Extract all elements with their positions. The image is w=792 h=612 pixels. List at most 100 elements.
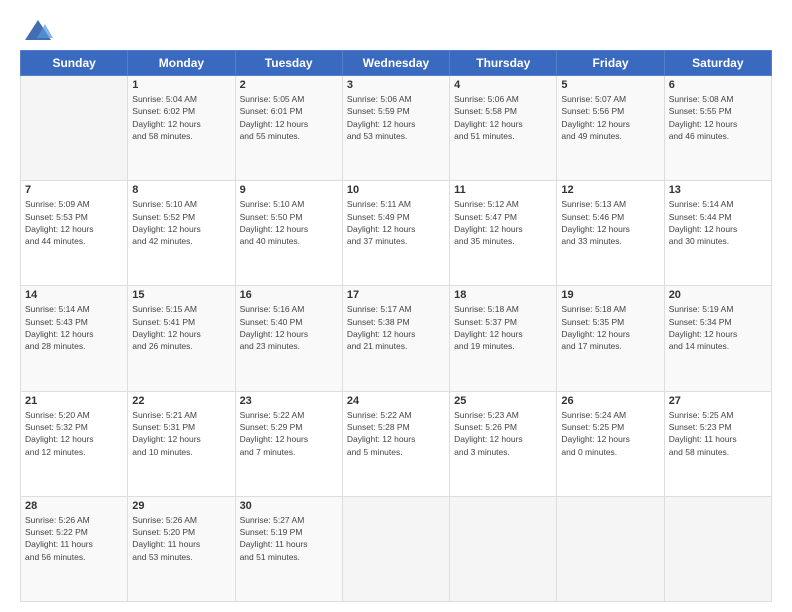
- day-number: 12: [561, 184, 659, 196]
- calendar-cell: 26 Sunrise: 5:24 AM Sunset: 5:25 PM Dayli…: [557, 391, 664, 496]
- calendar-cell: 14 Sunrise: 5:14 AM Sunset: 5:43 PM Dayli…: [21, 286, 128, 391]
- calendar-cell: 30 Sunrise: 5:27 AM Sunset: 5:19 PM Dayli…: [235, 496, 342, 601]
- day-info: Sunrise: 5:27 AM Sunset: 5:19 PM Dayligh…: [240, 514, 338, 563]
- calendar-cell: 21Sunrise: 5:20 AM Sunset: 5:32 PM Dayli…: [21, 391, 128, 496]
- calendar-cell: [342, 496, 449, 601]
- calendar-week-2: 7 Sunrise: 5:09 AM Sunset: 5:53 PM Daylig…: [21, 181, 772, 286]
- calendar-week-3: 14 Sunrise: 5:14 AM Sunset: 5:43 PM Dayli…: [21, 286, 772, 391]
- day-info: Sunrise: 5:10 AM Sunset: 5:50 PM Dayligh…: [240, 198, 338, 247]
- day-info: Sunrise: 5:21 AM Sunset: 5:31 PM Dayligh…: [132, 409, 230, 458]
- day-info: Sunrise: 5:26 AM Sunset: 5:22 PM Dayligh…: [25, 514, 123, 563]
- calendar-cell: 17Sunrise: 5:17 AM Sunset: 5:38 PM Dayli…: [342, 286, 449, 391]
- calendar-table: Sunday Monday Tuesday Wednesday Thursday…: [20, 50, 772, 602]
- calendar-cell: [557, 496, 664, 601]
- day-info: Sunrise: 5:11 AM Sunset: 5:49 PM Dayligh…: [347, 198, 445, 247]
- day-info: Sunrise: 5:14 AM Sunset: 5:44 PM Dayligh…: [669, 198, 767, 247]
- calendar-cell: 18 Sunrise: 5:18 AM Sunset: 5:37 PM Dayli…: [450, 286, 557, 391]
- day-info: Sunrise: 5:04 AM Sunset: 6:02 PM Dayligh…: [132, 93, 230, 142]
- day-number: 13: [669, 184, 767, 196]
- day-number: 9: [240, 184, 338, 196]
- day-number: 11: [454, 184, 552, 196]
- header-thursday: Thursday: [450, 51, 557, 76]
- calendar-cell: 8Sunrise: 5:10 AM Sunset: 5:52 PM Daylig…: [128, 181, 235, 286]
- day-number: 16: [240, 289, 338, 301]
- calendar-week-5: 28Sunrise: 5:26 AM Sunset: 5:22 PM Dayli…: [21, 496, 772, 601]
- header-saturday: Saturday: [664, 51, 771, 76]
- day-number: 15: [132, 289, 230, 301]
- day-info: Sunrise: 5:16 AM Sunset: 5:40 PM Dayligh…: [240, 303, 338, 352]
- day-info: Sunrise: 5:06 AM Sunset: 5:58 PM Dayligh…: [454, 93, 552, 142]
- day-info: Sunrise: 5:26 AM Sunset: 5:20 PM Dayligh…: [132, 514, 230, 563]
- calendar-week-1: 1Sunrise: 5:04 AM Sunset: 6:02 PM Daylig…: [21, 76, 772, 181]
- day-number: 25: [454, 395, 552, 407]
- calendar-cell: 29 Sunrise: 5:26 AM Sunset: 5:20 PM Dayli…: [128, 496, 235, 601]
- calendar-cell: 11 Sunrise: 5:12 AM Sunset: 5:47 PM Dayli…: [450, 181, 557, 286]
- calendar-cell: 3 Sunrise: 5:06 AM Sunset: 5:59 PM Daylig…: [342, 76, 449, 181]
- calendar-cell: 10 Sunrise: 5:11 AM Sunset: 5:49 PM Dayli…: [342, 181, 449, 286]
- calendar-cell: 25 Sunrise: 5:23 AM Sunset: 5:26 PM Dayli…: [450, 391, 557, 496]
- header-friday: Friday: [557, 51, 664, 76]
- header: [20, 18, 772, 40]
- day-number: 17: [347, 289, 445, 301]
- calendar-cell: 15 Sunrise: 5:15 AM Sunset: 5:41 PM Dayli…: [128, 286, 235, 391]
- calendar-cell: 13 Sunrise: 5:14 AM Sunset: 5:44 PM Dayli…: [664, 181, 771, 286]
- day-info: Sunrise: 5:10 AM Sunset: 5:52 PM Dayligh…: [132, 198, 230, 247]
- logo-icon: [23, 18, 53, 44]
- calendar-cell: 1Sunrise: 5:04 AM Sunset: 6:02 PM Daylig…: [128, 76, 235, 181]
- calendar-cell: 2 Sunrise: 5:05 AM Sunset: 6:01 PM Daylig…: [235, 76, 342, 181]
- day-info: Sunrise: 5:24 AM Sunset: 5:25 PM Dayligh…: [561, 409, 659, 458]
- calendar-cell: 19Sunrise: 5:18 AM Sunset: 5:35 PM Dayli…: [557, 286, 664, 391]
- day-info: Sunrise: 5:19 AM Sunset: 5:34 PM Dayligh…: [669, 303, 767, 352]
- day-number: 14: [25, 289, 123, 301]
- day-number: 29: [132, 500, 230, 512]
- page: Sunday Monday Tuesday Wednesday Thursday…: [0, 0, 792, 612]
- day-info: Sunrise: 5:22 AM Sunset: 5:29 PM Dayligh…: [240, 409, 338, 458]
- calendar-cell: 5 Sunrise: 5:07 AM Sunset: 5:56 PM Daylig…: [557, 76, 664, 181]
- day-info: Sunrise: 5:15 AM Sunset: 5:41 PM Dayligh…: [132, 303, 230, 352]
- day-number: 24: [347, 395, 445, 407]
- day-info: Sunrise: 5:14 AM Sunset: 5:43 PM Dayligh…: [25, 303, 123, 352]
- calendar-cell: [664, 496, 771, 601]
- calendar-cell: 20 Sunrise: 5:19 AM Sunset: 5:34 PM Dayli…: [664, 286, 771, 391]
- day-info: Sunrise: 5:06 AM Sunset: 5:59 PM Dayligh…: [347, 93, 445, 142]
- day-info: Sunrise: 5:23 AM Sunset: 5:26 PM Dayligh…: [454, 409, 552, 458]
- day-number: 30: [240, 500, 338, 512]
- day-info: Sunrise: 5:22 AM Sunset: 5:28 PM Dayligh…: [347, 409, 445, 458]
- calendar-cell: 7 Sunrise: 5:09 AM Sunset: 5:53 PM Daylig…: [21, 181, 128, 286]
- calendar-header-row: Sunday Monday Tuesday Wednesday Thursday…: [21, 51, 772, 76]
- day-number: 10: [347, 184, 445, 196]
- day-info: Sunrise: 5:07 AM Sunset: 5:56 PM Dayligh…: [561, 93, 659, 142]
- day-number: 20: [669, 289, 767, 301]
- calendar-cell: 27Sunrise: 5:25 AM Sunset: 5:23 PM Dayli…: [664, 391, 771, 496]
- day-number: 4: [454, 79, 552, 91]
- day-number: 27: [669, 395, 767, 407]
- day-info: Sunrise: 5:20 AM Sunset: 5:32 PM Dayligh…: [25, 409, 123, 458]
- day-info: Sunrise: 5:13 AM Sunset: 5:46 PM Dayligh…: [561, 198, 659, 247]
- calendar-cell: 24 Sunrise: 5:22 AM Sunset: 5:28 PM Dayli…: [342, 391, 449, 496]
- calendar-cell: 22 Sunrise: 5:21 AM Sunset: 5:31 PM Dayli…: [128, 391, 235, 496]
- day-info: Sunrise: 5:12 AM Sunset: 5:47 PM Dayligh…: [454, 198, 552, 247]
- day-info: Sunrise: 5:08 AM Sunset: 5:55 PM Dayligh…: [669, 93, 767, 142]
- day-number: 5: [561, 79, 659, 91]
- day-info: Sunrise: 5:05 AM Sunset: 6:01 PM Dayligh…: [240, 93, 338, 142]
- calendar-cell: [21, 76, 128, 181]
- day-number: 6: [669, 79, 767, 91]
- header-sunday: Sunday: [21, 51, 128, 76]
- calendar-cell: 28Sunrise: 5:26 AM Sunset: 5:22 PM Dayli…: [21, 496, 128, 601]
- day-number: 22: [132, 395, 230, 407]
- calendar-cell: 9 Sunrise: 5:10 AM Sunset: 5:50 PM Daylig…: [235, 181, 342, 286]
- day-number: 18: [454, 289, 552, 301]
- calendar-cell: 23 Sunrise: 5:22 AM Sunset: 5:29 PM Dayli…: [235, 391, 342, 496]
- day-info: Sunrise: 5:18 AM Sunset: 5:35 PM Dayligh…: [561, 303, 659, 352]
- day-number: 26: [561, 395, 659, 407]
- day-number: 23: [240, 395, 338, 407]
- day-info: Sunrise: 5:18 AM Sunset: 5:37 PM Dayligh…: [454, 303, 552, 352]
- header-wednesday: Wednesday: [342, 51, 449, 76]
- calendar-cell: 12 Sunrise: 5:13 AM Sunset: 5:46 PM Dayli…: [557, 181, 664, 286]
- day-number: 7: [25, 184, 123, 196]
- logo: [20, 18, 53, 40]
- calendar-cell: [450, 496, 557, 601]
- day-info: Sunrise: 5:09 AM Sunset: 5:53 PM Dayligh…: [25, 198, 123, 247]
- day-number: 3: [347, 79, 445, 91]
- day-number: 2: [240, 79, 338, 91]
